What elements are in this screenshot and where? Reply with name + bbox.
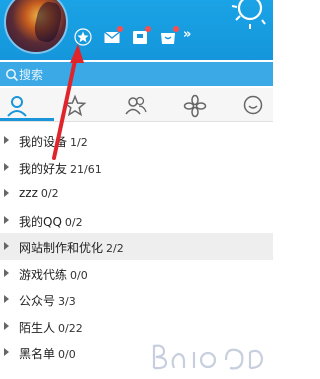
group-name: 我的QQ <box>19 214 62 229</box>
weather-sun-icon[interactable] <box>228 0 268 32</box>
flower-icon[interactable] <box>183 94 207 118</box>
search-input[interactable]: 搜索 <box>19 66 43 83</box>
active-tab-indicator <box>0 118 54 121</box>
group-count: 0/2 <box>64 215 83 229</box>
shop-icon[interactable] <box>159 26 179 46</box>
expand-arrow-icon <box>4 348 9 356</box>
baidu-watermark-logo <box>152 344 264 370</box>
expand-arrow-icon <box>4 136 9 144</box>
list-item[interactable]: 网站制作和优化 2/2 <box>0 233 273 260</box>
list-item[interactable]: 公众号 3/3 <box>0 286 273 313</box>
expand-arrow-icon <box>4 321 9 330</box>
group-count: 2/2 <box>106 242 124 255</box>
favorites-star-icon[interactable] <box>63 94 87 118</box>
expand-arrow-icon <box>4 295 9 303</box>
list-item[interactable]: 我的好友 21/61 <box>0 154 273 181</box>
list-item[interactable]: zzz 0/2 <box>0 180 273 207</box>
expand-arrow-icon <box>4 268 9 277</box>
notification-dot <box>117 26 123 32</box>
group-name: 游戏代练 <box>19 267 68 282</box>
search-bar[interactable]: 搜索 <box>0 62 273 86</box>
group-count: 1/2 <box>70 136 88 149</box>
expand-arrow-icon <box>4 162 9 171</box>
search-icon <box>5 67 19 82</box>
wallet-icon[interactable] <box>131 26 151 46</box>
contacts-icon[interactable] <box>5 94 29 118</box>
list-item[interactable]: 游戏代练 0/0 <box>0 260 273 287</box>
chat-bubble-icon[interactable] <box>241 94 265 118</box>
group-name: 我的设备 <box>19 135 68 149</box>
avatar[interactable] <box>4 0 68 54</box>
mail-icon[interactable] <box>103 26 123 46</box>
expand-arrow-icon <box>4 242 9 250</box>
group-name: 我的好友 <box>19 161 68 176</box>
list-item[interactable]: 我的QQ 0/2 <box>0 207 273 234</box>
group-count: 0/2 <box>40 187 59 200</box>
expand-arrow-icon <box>4 189 9 197</box>
group-icon[interactable] <box>124 94 148 118</box>
group-count: 0/0 <box>70 268 88 282</box>
contact-group-list: 我的设备 1/2 我的好友 21/61 zzz 0/2 我的QQ 0/2 网站制作和优化… <box>0 127 273 366</box>
group-name: 网站制作和优化 <box>19 241 104 255</box>
list-item[interactable]: 我的设备 1/2 <box>0 127 273 154</box>
tab-bar <box>0 88 273 122</box>
group-count: 0/0 <box>58 348 76 361</box>
group-name: 公众号 <box>19 294 56 308</box>
group-count: 0/22 <box>58 321 83 335</box>
qzone-star-icon[interactable] <box>74 28 92 46</box>
profile-header: » <box>0 0 273 60</box>
expand-arrow-icon <box>4 215 9 224</box>
list-item[interactable]: 陌生人 0/22 <box>0 313 273 340</box>
group-name: 黑名单 <box>19 347 56 361</box>
notification-dot <box>145 26 151 32</box>
group-name: 陌生人 <box>19 320 56 335</box>
more-icons-button[interactable]: » <box>183 27 191 42</box>
group-count: 3/3 <box>58 295 76 308</box>
group-name: zzz <box>19 186 38 200</box>
notification-dot <box>173 26 179 32</box>
group-count: 21/61 <box>70 162 102 176</box>
